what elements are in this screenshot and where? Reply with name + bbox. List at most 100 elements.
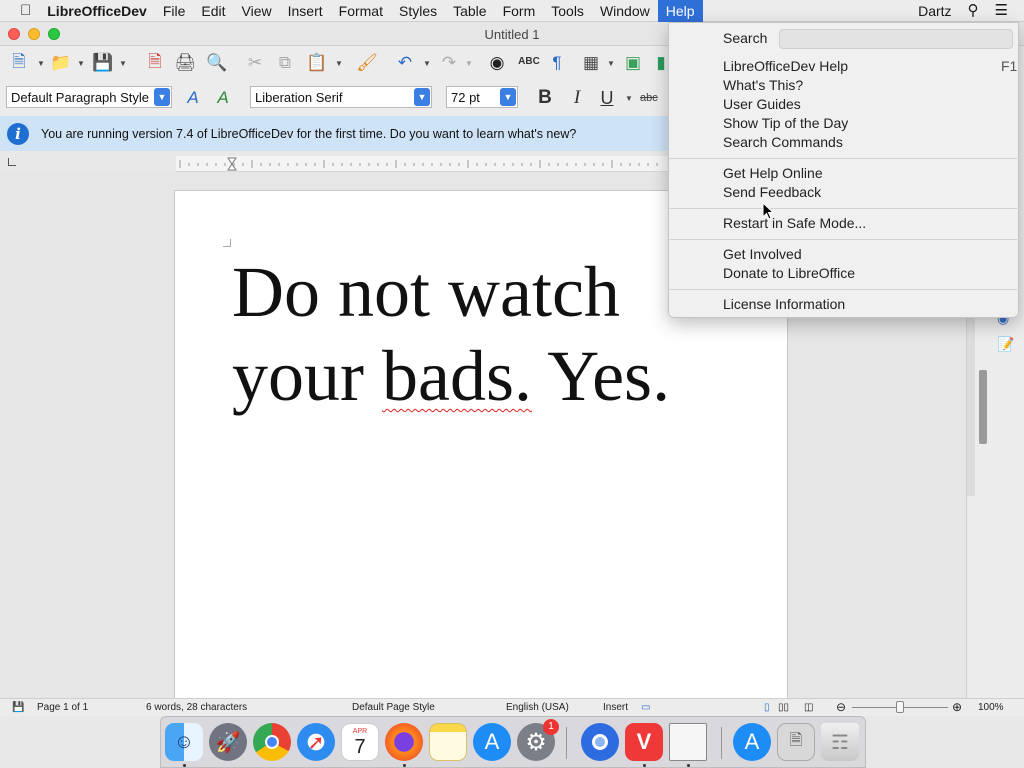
menu-item-tip-of-day[interactable]: Show Tip of the Day [723, 115, 848, 131]
menu-item-donate[interactable]: Donate to LibreOffice [723, 265, 855, 281]
font-name-select[interactable]: Liberation Serif ▼ [250, 86, 432, 108]
new-dropdown-icon[interactable]: ▼ [30, 52, 52, 74]
menu-help[interactable]: Help [657, 0, 703, 22]
export-pdf-icon[interactable]: 🗎 [144, 52, 166, 74]
insert-table-icon[interactable]: ▦ [580, 52, 602, 74]
redo-icon[interactable]: ↷ [438, 52, 460, 74]
strikethrough-button[interactable]: abc [640, 92, 658, 104]
tab-stop-icon[interactable] [8, 158, 16, 166]
update-style-icon[interactable]: A [182, 87, 204, 109]
chevron-down-icon[interactable]: ▼ [414, 88, 430, 106]
firefox-icon[interactable] [385, 723, 423, 761]
chrome-icon[interactable] [253, 723, 291, 761]
table-dropdown-icon[interactable]: ▼ [600, 52, 622, 74]
safari-icon[interactable]: ➚ [297, 723, 335, 761]
new-document-icon[interactable]: 🗎 [8, 52, 30, 74]
menu-tools[interactable]: Tools [543, 0, 592, 22]
help-search-input[interactable] [779, 29, 1013, 49]
trash-icon[interactable]: ☶ [821, 723, 859, 761]
menu-insert[interactable]: Insert [280, 0, 331, 22]
horizontal-ruler[interactable] [176, 156, 670, 172]
print-icon[interactable]: 🖨 [174, 52, 196, 74]
selection-mode-icon[interactable]: ▭ [641, 702, 650, 713]
menubar-user[interactable]: Dartz [910, 0, 959, 22]
formatting-marks-icon[interactable]: ¶ [546, 52, 568, 74]
spelling-icon[interactable]: ABC [518, 50, 540, 72]
status-page-count[interactable]: Page 1 of 1 [37, 702, 88, 713]
menu-item-whats-this[interactable]: What's This? [723, 77, 803, 93]
status-language[interactable]: English (USA) [506, 702, 569, 713]
save-icon[interactable]: 💾 [92, 52, 114, 74]
save-dropdown-icon[interactable]: ▼ [112, 52, 134, 74]
menu-item-help[interactable]: LibreOfficeDev Help [723, 58, 848, 74]
bold-button[interactable]: B [534, 87, 556, 109]
status-insert-mode[interactable]: Insert [603, 702, 628, 713]
menu-edit[interactable]: Edit [193, 0, 233, 22]
chevron-down-icon[interactable]: ▼ [154, 88, 170, 106]
single-page-view-icon[interactable]: ▯ [764, 702, 770, 713]
menu-file[interactable]: File [155, 0, 194, 22]
paragraph-style-select[interactable]: Default Paragraph Style ▼ [6, 86, 172, 108]
paste-dropdown-icon[interactable]: ▼ [328, 52, 350, 74]
menu-window[interactable]: Window [592, 0, 658, 22]
vivaldi-icon[interactable]: V [625, 723, 663, 761]
menu-form[interactable]: Form [495, 0, 544, 22]
document-text[interactable]: Do not watch your bads. Yes. [232, 250, 712, 418]
finder-icon[interactable]: ☺ [165, 723, 203, 761]
italic-button[interactable]: I [566, 87, 588, 109]
app-store-icon[interactable]: A [473, 723, 511, 761]
menu-item-user-guides[interactable]: User Guides [723, 96, 801, 112]
font-size-select[interactable]: 72 pt ▼ [446, 86, 518, 108]
menu-item-get-involved[interactable]: Get Involved [723, 246, 802, 262]
chromium-icon[interactable] [581, 723, 619, 761]
book-view-icon[interactable]: ◫ [804, 702, 813, 713]
zoom-in-icon[interactable]: ⊕ [952, 700, 962, 714]
underline-button[interactable]: U [596, 87, 618, 109]
manage-changes-icon[interactable]: 📝 [997, 336, 1014, 353]
calendar-icon[interactable]: APR 7 [341, 723, 379, 761]
print-preview-icon[interactable]: 🔍 [206, 52, 228, 74]
menu-item-send-feedback[interactable]: Send Feedback [723, 184, 821, 200]
undo-icon[interactable]: ↶ [394, 52, 416, 74]
document-modified-icon[interactable]: 💾 [12, 702, 24, 713]
apple-icon[interactable]:  [0, 0, 39, 22]
menu-view[interactable]: View [234, 0, 280, 22]
status-page-style[interactable]: Default Page Style [352, 702, 435, 713]
paste-icon[interactable]: 📋 [306, 52, 328, 74]
misspelled-word[interactable]: bads. [382, 336, 532, 416]
underline-dropdown-icon[interactable]: ▼ [618, 87, 640, 109]
notification-center-icon[interactable]: ☰ [987, 0, 1024, 22]
menu-format[interactable]: Format [331, 0, 391, 22]
copy-icon[interactable]: ⧉ [274, 52, 296, 74]
menu-app-name[interactable]: LibreOfficeDev [39, 0, 155, 22]
launchpad-icon[interactable]: 🚀 [209, 723, 247, 761]
documents-stack-icon[interactable]: 🗎 [777, 723, 815, 761]
multi-page-view-icon[interactable]: ▯▯ [778, 702, 789, 713]
notes-icon[interactable] [429, 723, 467, 761]
zoom-slider-thumb[interactable] [896, 701, 904, 713]
status-bar: 💾 Page 1 of 1 6 words, 28 characters Def… [0, 698, 1024, 716]
clone-formatting-icon[interactable]: 🖌 [356, 52, 378, 74]
menu-table[interactable]: Table [445, 0, 494, 22]
spotlight-search-icon[interactable]: ⚲ [960, 0, 987, 22]
app-store-downloads-icon[interactable]: A [733, 723, 771, 761]
open-dropdown-icon[interactable]: ▼ [70, 52, 92, 74]
open-folder-icon[interactable]: 📁 [50, 52, 72, 74]
zoom-level[interactable]: 100% [978, 702, 1004, 713]
menu-styles[interactable]: Styles [391, 0, 445, 22]
insert-image-icon[interactable]: ▣ [622, 52, 644, 74]
menu-item-license[interactable]: License Information [723, 296, 845, 312]
new-style-icon[interactable]: A [212, 87, 234, 109]
menu-item-help-online[interactable]: Get Help Online [723, 165, 823, 181]
menu-item-safe-mode[interactable]: Restart in Safe Mode... [723, 215, 866, 231]
undo-dropdown-icon[interactable]: ▼ [416, 52, 438, 74]
menu-item-search-commands[interactable]: Search Commands [723, 134, 843, 150]
status-word-count[interactable]: 6 words, 28 characters [146, 702, 247, 713]
find-replace-icon[interactable]: ◉ [486, 52, 508, 74]
chevron-down-icon[interactable]: ▼ [500, 88, 516, 106]
libreoffice-icon[interactable] [669, 723, 707, 761]
cut-icon[interactable]: ✂ [244, 52, 266, 74]
redo-dropdown-icon[interactable]: ▼ [458, 52, 480, 74]
zoom-out-icon[interactable]: ⊖ [836, 700, 846, 714]
sidebar-collapse-handle[interactable] [979, 370, 987, 444]
